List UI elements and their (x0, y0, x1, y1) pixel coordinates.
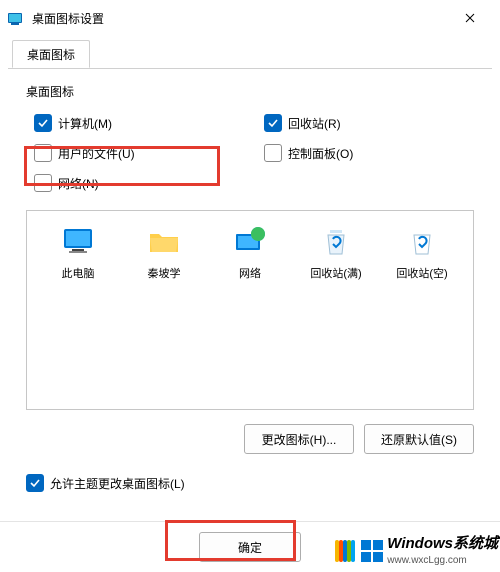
checkbox-control-panel[interactable]: 控制面板(O) (250, 144, 480, 162)
checkbox-recycle-bin[interactable]: 回收站(R) (250, 114, 480, 132)
checkbox-icon (264, 114, 282, 132)
checkbox-icon (34, 114, 52, 132)
content-area: 桌面图标 计算机(M) 回收站(R) 用户的文件(U) (0, 69, 500, 500)
windows-logo-icon (361, 540, 383, 562)
icon-user-folder[interactable]: 秦坡学 (127, 225, 201, 281)
icon-this-pc[interactable]: 此电脑 (41, 225, 115, 281)
checkbox-icon (26, 474, 44, 492)
checkbox-icon (264, 144, 282, 162)
recycle-empty-icon (405, 225, 439, 259)
close-button[interactable] (448, 0, 492, 36)
group-label: 桌面图标 (26, 83, 480, 100)
tab-desktop-icons[interactable]: 桌面图标 (12, 40, 90, 68)
watermark: Windows系统城 www.wxcLgg.com (335, 536, 498, 566)
network-icon (233, 225, 267, 259)
checkbox-network[interactable]: 网络(N) (20, 174, 250, 192)
checkbox-computer[interactable]: 计算机(M) (20, 114, 250, 132)
window-title: 桌面图标设置 (32, 10, 104, 27)
icon-recycle-empty[interactable]: 回收站(空) (385, 225, 459, 281)
tab-bar: 桌面图标 (8, 40, 492, 69)
watermark-text: Windows系统城 www.wxcLgg.com (387, 536, 498, 566)
folder-icon (147, 225, 181, 259)
icon-recycle-full[interactable]: 回收站(满) (299, 225, 373, 281)
checkbox-icon (34, 144, 52, 162)
system-settings-icon (8, 10, 24, 26)
icon-preview-box: 此电脑 秦坡学 网络 (26, 210, 474, 410)
icon-network[interactable]: 网络 (213, 225, 287, 281)
titlebar: 桌面图标设置 (0, 0, 500, 36)
checkbox-grid: 计算机(M) 回收站(R) 用户的文件(U) 控制面板(O) (20, 108, 480, 198)
desktop-icon-settings-window: 桌面图标设置 桌面图标 桌面图标 计算机(M) 回收站(R) (0, 0, 500, 572)
restore-default-button[interactable]: 还原默认值(S) (364, 424, 474, 454)
watermark-stripes-icon (335, 540, 355, 562)
checkbox-icon (34, 174, 52, 192)
checkbox-user-files[interactable]: 用户的文件(U) (20, 144, 250, 162)
change-icon-button[interactable]: 更改图标(H)... (244, 424, 354, 454)
recycle-full-icon (319, 225, 353, 259)
monitor-icon (61, 225, 95, 259)
checkbox-allow-themes[interactable]: 允许主题更改桌面图标(L) (26, 474, 474, 492)
ok-button[interactable]: 确定 (199, 532, 301, 562)
